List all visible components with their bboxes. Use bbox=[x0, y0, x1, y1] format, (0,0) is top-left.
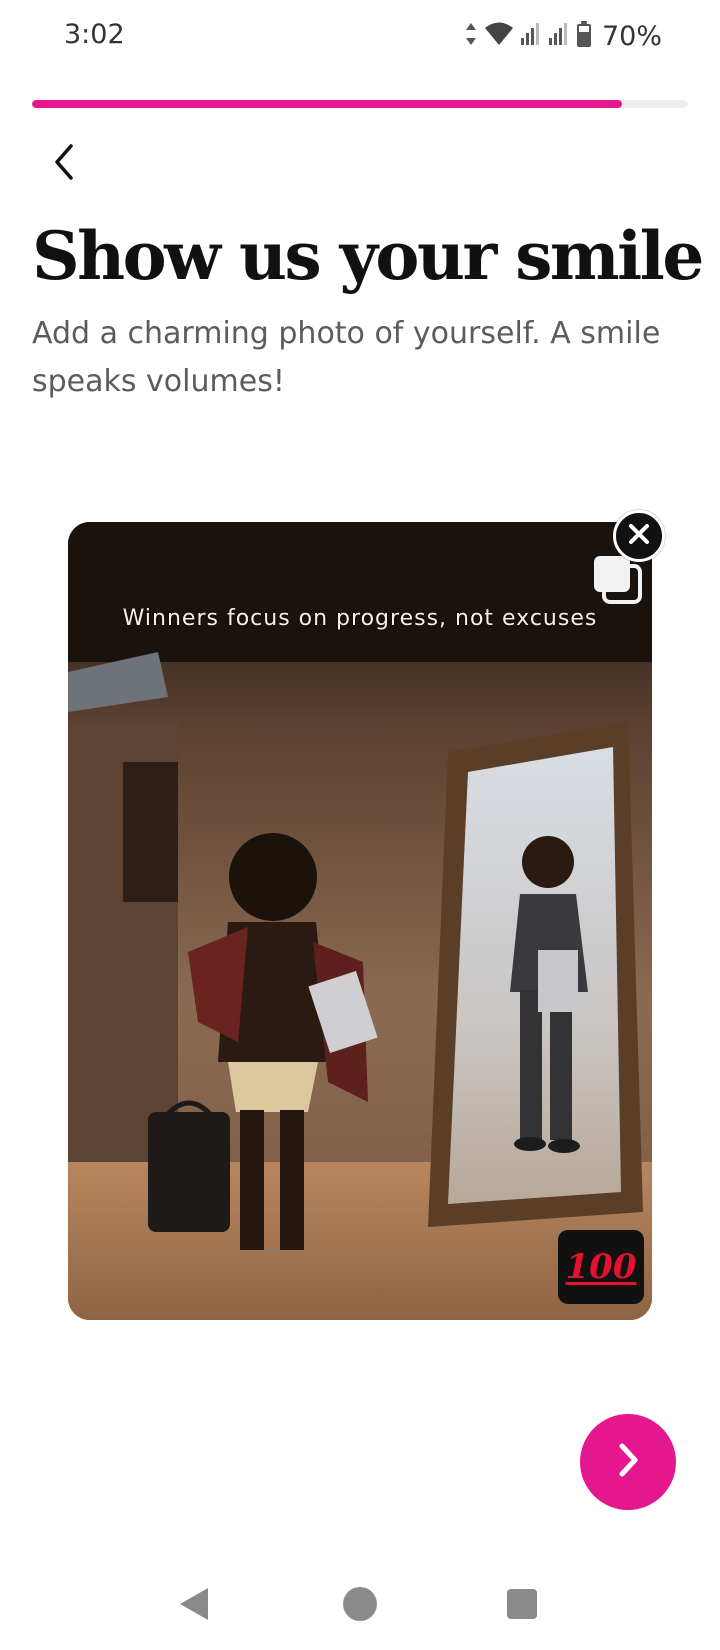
photo-caption: Winners focus on progress, not excuses bbox=[122, 606, 598, 631]
home-circle-icon bbox=[340, 1584, 380, 1628]
photo-illustration bbox=[68, 522, 652, 1320]
data-arrows-icon bbox=[464, 21, 478, 51]
signal-icon bbox=[520, 22, 542, 50]
signal-icon bbox=[548, 22, 570, 50]
status-icons: 70% bbox=[464, 16, 662, 56]
nav-recents-button[interactable] bbox=[500, 1584, 544, 1628]
battery-icon bbox=[576, 20, 592, 52]
system-navigation-bar bbox=[0, 1560, 720, 1650]
status-bar: 3:02 70% bbox=[0, 0, 720, 72]
page-title: Show us your smile bbox=[32, 217, 704, 295]
nav-home-button[interactable] bbox=[338, 1584, 382, 1628]
close-icon bbox=[628, 523, 650, 549]
recents-square-icon bbox=[504, 1586, 540, 1626]
back-button[interactable] bbox=[38, 138, 90, 190]
page-subtitle: Add a charming photo of yourself. A smil… bbox=[32, 316, 661, 399]
hundred-points-badge: 100 bbox=[558, 1230, 644, 1304]
status-time: 3:02 bbox=[64, 19, 125, 50]
remove-photo-button[interactable] bbox=[613, 510, 665, 562]
chevron-left-icon bbox=[49, 142, 79, 186]
wifi-icon bbox=[484, 21, 514, 51]
chevron-right-icon bbox=[613, 1440, 643, 1484]
next-button[interactable] bbox=[580, 1414, 676, 1510]
back-triangle-icon bbox=[176, 1584, 212, 1628]
progress-fill bbox=[32, 100, 623, 108]
uploaded-photo[interactable]: Winners focus on progress, not excuses 1… bbox=[68, 522, 652, 1320]
battery-percentage: 70% bbox=[601, 20, 662, 52]
onboarding-progress-bar bbox=[32, 100, 688, 108]
nav-back-button[interactable] bbox=[172, 1584, 216, 1628]
